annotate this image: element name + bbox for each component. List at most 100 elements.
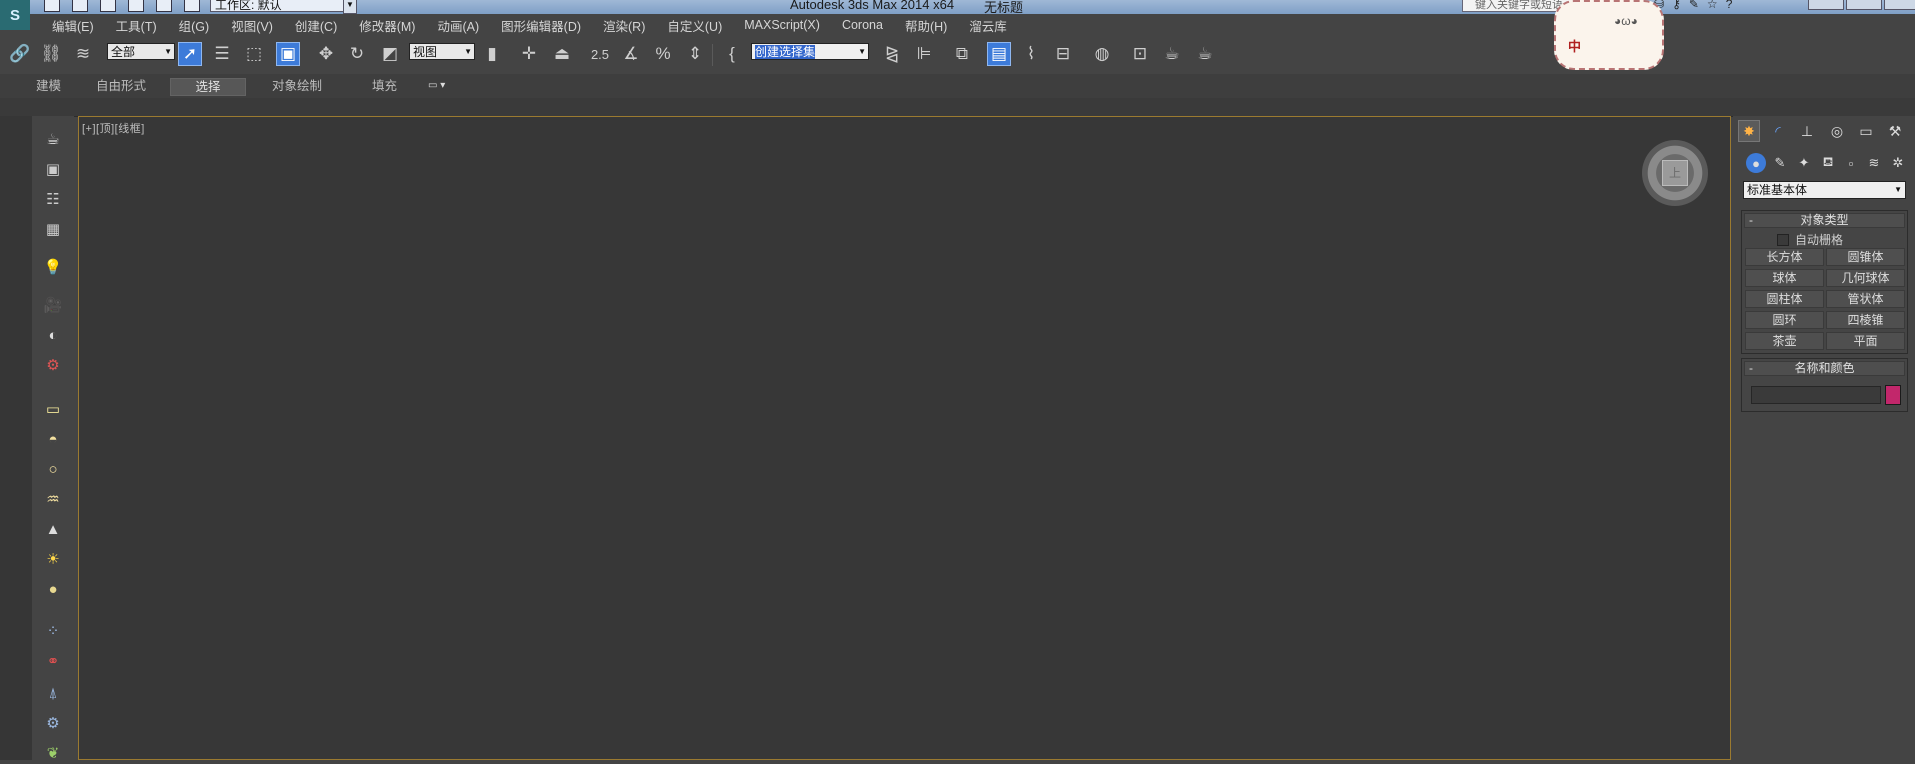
sun-icon[interactable]: ☀ [42, 548, 64, 570]
space-warps-icon[interactable]: ≋ [1864, 153, 1884, 173]
close-button[interactable] [1884, 0, 1915, 10]
modify-tab-icon[interactable]: ◜ [1767, 120, 1789, 142]
percent-snap-icon[interactable]: % [651, 42, 675, 66]
help-icon[interactable]: ? [1726, 0, 1733, 11]
save-file-icon[interactable] [100, 0, 116, 12]
viewport-shading-menu[interactable]: [线框] [115, 123, 145, 135]
tab-selection[interactable]: 选择 [170, 78, 246, 96]
molecule-icon[interactable]: ⚭ [42, 650, 64, 672]
utilities-tab-icon[interactable]: ⚒ [1884, 120, 1906, 142]
workspace-dropdown[interactable]: 工作区: 默认 [210, 0, 353, 12]
link-icon[interactable]: 🔗 [8, 42, 32, 66]
edit-named-selection-icon[interactable]: { [720, 42, 744, 66]
menu-rendering[interactable]: 渲染(R) [603, 16, 645, 35]
menu-modifiers[interactable]: 修改器(M) [359, 16, 415, 35]
rectangular-selection-icon[interactable]: ⬚ [242, 42, 266, 66]
layer-manager-icon[interactable]: ⧉ [950, 42, 974, 66]
move-icon[interactable]: ✥ [314, 42, 338, 66]
select-by-name-icon[interactable]: ☰ [210, 42, 234, 66]
lights-icon[interactable]: ✦ [1794, 153, 1814, 173]
curve-editor-icon[interactable]: ⌇ [1019, 42, 1043, 66]
snaps-toggle-icon[interactable]: 2.5 [588, 42, 612, 66]
hierarchy-tab-icon[interactable]: ⊥ [1796, 120, 1818, 142]
named-selection-dropdown[interactable]: 创建选择集 [751, 43, 869, 60]
undo-icon[interactable] [128, 0, 144, 12]
key-icon[interactable]: ⚷ [1672, 0, 1681, 11]
bind-space-warp-icon[interactable]: ≋ [71, 42, 95, 66]
reference-coordinate-dropdown[interactable]: 视图 [409, 43, 475, 60]
teapot-button[interactable]: 茶壶 [1745, 332, 1824, 350]
app-logo[interactable]: S [0, 0, 30, 30]
tripod-icon[interactable]: ⍋ [42, 682, 64, 704]
menu-tools[interactable]: 工具(T) [116, 16, 157, 35]
checkbox-icon[interactable] [1777, 233, 1789, 246]
maximize-button[interactable] [1846, 0, 1882, 10]
table-icon[interactable]: ▦ [42, 218, 64, 240]
menu-create[interactable]: 创建(C) [295, 16, 337, 35]
object-name-field[interactable] [1751, 386, 1881, 404]
menu-graph-editors[interactable]: 图形编辑器(D) [501, 16, 581, 35]
menu-cloud-library[interactable]: 溜云库 [969, 16, 1007, 35]
shapes-icon[interactable]: ✎ [1770, 153, 1790, 173]
teapot-icon[interactable]: ☕ [42, 128, 64, 150]
camera-icon[interactable]: 🎥 [42, 294, 64, 316]
render-frame-icon[interactable]: ▣ [42, 158, 64, 180]
cameras-icon[interactable]: ⛾ [1818, 153, 1838, 173]
chevron-down-icon[interactable]: ▼ [343, 0, 357, 14]
menu-corona[interactable]: Corona [842, 18, 883, 32]
tab-freeform[interactable]: 自由形式 [96, 78, 146, 94]
cone-object-icon[interactable]: ▲ [42, 518, 64, 540]
light-bulb-icon[interactable]: 💡 [42, 256, 64, 278]
redo-icon[interactable] [156, 0, 172, 12]
angle-snap-icon[interactable]: ∡ [619, 42, 643, 66]
pyramid-button[interactable]: 四棱锥 [1826, 311, 1905, 329]
tab-modeling[interactable]: 建模 [36, 78, 61, 94]
spinner-snap-icon[interactable]: ⇕ [683, 42, 707, 66]
material-editor-icon[interactable]: ◍ [1090, 42, 1114, 66]
keyboard-shortcut-override-icon[interactable]: ⏏ [550, 42, 574, 66]
viewcube[interactable]: 上 [1662, 160, 1688, 186]
tab-object-paint[interactable]: 对象绘制 [272, 78, 322, 94]
star-icon[interactable]: ☆ [1707, 0, 1718, 11]
hemisphere-icon[interactable]: ◓ [42, 428, 64, 450]
menu-group[interactable]: 组(G) [179, 16, 210, 35]
motion-tab-icon[interactable]: ◎ [1826, 120, 1848, 142]
plant-icon[interactable]: ❦ [42, 742, 64, 764]
object-category-dropdown[interactable]: 标准基本体 [1743, 181, 1906, 199]
display-tab-icon[interactable]: ▭ [1855, 120, 1877, 142]
pin-icon[interactable]: ✎ [1689, 0, 1699, 11]
particle-grid-icon[interactable]: ⁘ [42, 620, 64, 642]
menu-animation[interactable]: 动画(A) [437, 16, 479, 35]
geosphere-button[interactable]: 几何球体 [1826, 269, 1905, 287]
tube-button[interactable]: 管状体 [1826, 290, 1905, 308]
geometry-icon[interactable]: ● [1746, 153, 1766, 173]
plane-object-icon[interactable]: ▭ [42, 398, 64, 420]
circle-object-icon[interactable]: ○ [42, 458, 64, 480]
align-icon[interactable]: ⊫ [912, 42, 936, 66]
torus-button[interactable]: 圆环 [1745, 311, 1824, 329]
box-button[interactable]: 长方体 [1745, 248, 1824, 266]
plane-button[interactable]: 平面 [1826, 332, 1905, 350]
open-file-icon[interactable] [72, 0, 88, 12]
disc-object-icon[interactable]: ● [42, 578, 64, 600]
ribbon-options-icon[interactable]: ▭ ▾ [428, 78, 445, 94]
systems-icon[interactable]: ✲ [1888, 153, 1908, 173]
create-tab-icon[interactable]: ✸ [1738, 120, 1760, 142]
list-icon[interactable]: ☷ [42, 188, 64, 210]
helpers-icon[interactable]: ▫ [1841, 153, 1861, 173]
object-type-rollout-header[interactable]: - 对象类型 [1744, 213, 1905, 228]
cylinder-button[interactable]: 圆柱体 [1745, 290, 1824, 308]
render-production-icon[interactable]: ☕ [1193, 42, 1217, 66]
selection-filter-dropdown[interactable]: 全部 [107, 43, 175, 60]
sphere-button[interactable]: 球体 [1745, 269, 1824, 287]
cone-button[interactable]: 圆锥体 [1826, 248, 1905, 266]
menu-edit[interactable]: 编辑(E) [52, 16, 94, 35]
rotate-icon[interactable]: ↻ [345, 42, 369, 66]
render-setup-icon[interactable]: ⊡ [1128, 42, 1152, 66]
scale-icon[interactable]: ◩ [378, 42, 402, 66]
minimize-button[interactable] [1808, 0, 1844, 10]
top-viewport[interactable] [78, 116, 1731, 760]
name-and-color-rollout-header[interactable]: - 名称和颜色 [1744, 361, 1905, 376]
grass-object-icon[interactable]: ♒ [42, 488, 64, 510]
rendered-frame-window-icon[interactable]: ☕ [1160, 42, 1184, 66]
